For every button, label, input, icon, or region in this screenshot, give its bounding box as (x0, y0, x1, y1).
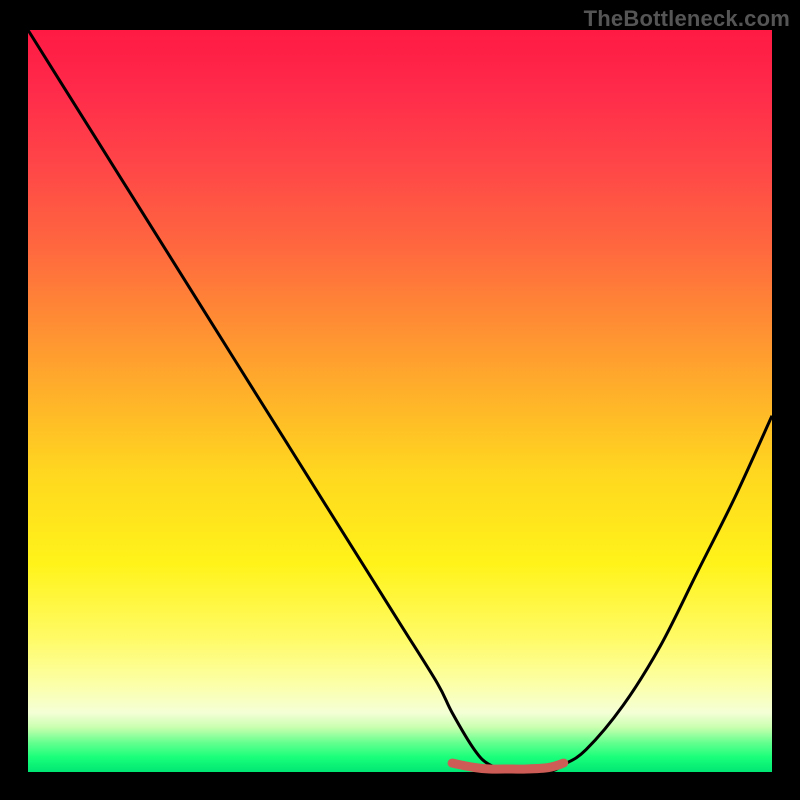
chart-stage: TheBottleneck.com (0, 0, 800, 800)
bottleneck-curve (28, 30, 772, 773)
curve-layer (28, 30, 772, 772)
optimal-range-marker (452, 763, 564, 769)
watermark-text: TheBottleneck.com (584, 6, 790, 32)
plot-area (28, 30, 772, 772)
